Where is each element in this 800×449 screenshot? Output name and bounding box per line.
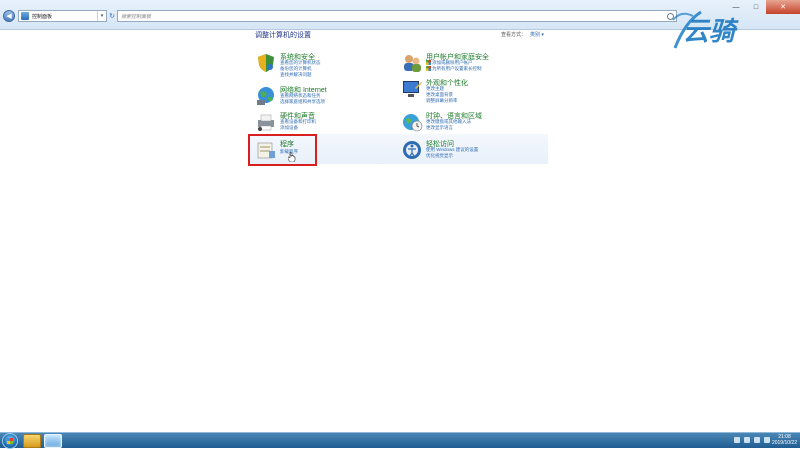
category-ease-of-access: 轻松访问 使用 Windows 建议的设置 优化视觉显示 xyxy=(401,139,541,169)
category-link[interactable]: 调整屏幕分辨率 xyxy=(426,98,458,104)
page-title: 调整计算机的设置 xyxy=(255,32,311,39)
category-link[interactable]: 更改显示语言 xyxy=(426,125,453,131)
address-path[interactable]: 控制面板 xyxy=(32,13,52,20)
chevron-down-icon[interactable]: ▾ xyxy=(97,11,106,21)
address-bar[interactable]: 控制面板 ▾ xyxy=(18,10,107,22)
shield-icon xyxy=(258,54,274,72)
taskbar-explorer-icon[interactable] xyxy=(23,434,41,448)
tray-input-icon[interactable] xyxy=(764,437,770,443)
category-link[interactable]: 为所有用户设置家长控制 xyxy=(426,66,482,72)
watermark-text: 云骑 xyxy=(683,17,739,47)
search-input[interactable]: 搜索控制面板 xyxy=(117,10,677,22)
view-by: 查看方式： 类别 ▾ xyxy=(501,31,544,38)
taskbar: 21:08 2019/10/22 xyxy=(0,432,800,449)
users-icon xyxy=(404,55,421,72)
view-by-dropdown[interactable]: 类别 ▾ xyxy=(530,31,544,38)
monitor-paint-icon xyxy=(403,81,422,97)
view-by-label: 查看方式： xyxy=(501,32,527,38)
annotation-highlight-box xyxy=(248,134,317,166)
category-link[interactable]: 添加设备 xyxy=(280,125,298,131)
tray-flag-icon[interactable] xyxy=(734,437,740,443)
windows-logo-icon xyxy=(7,438,13,444)
accessibility-icon xyxy=(403,141,421,159)
back-button[interactable]: ◀ xyxy=(3,10,15,22)
taskbar-clock[interactable]: 21:08 2019/10/22 xyxy=(772,434,797,446)
tray-volume-icon[interactable] xyxy=(754,437,760,443)
start-button[interactable] xyxy=(2,433,18,449)
category-appearance: 外观和个性化 更改主题 更改桌面背景 调整屏幕分辨率 xyxy=(401,78,541,108)
category-clock-language: 时钟、语言和区域 更改键盘或其他输入法 更改显示语言 xyxy=(401,111,541,141)
search-placeholder: 搜索控制面板 xyxy=(121,13,152,20)
taskbar-control-panel-icon[interactable] xyxy=(44,434,62,448)
globe-network-icon xyxy=(257,87,274,105)
category-system-security: 系统和安全 查看您的计算机状态 备份您的计算机 查找并解决问题 xyxy=(255,52,395,82)
category-link[interactable]: 优化视觉显示 xyxy=(426,153,453,159)
hand-cursor-icon xyxy=(288,152,296,162)
close-button[interactable]: ✕ xyxy=(766,0,800,14)
system-tray xyxy=(734,437,770,443)
watermark-logo: 云骑 xyxy=(672,10,739,49)
control-panel-icon xyxy=(21,12,29,20)
uac-shield-icon xyxy=(426,66,431,72)
refresh-icon[interactable]: ↻ xyxy=(108,10,116,22)
tray-network-icon[interactable] xyxy=(744,437,750,443)
clock-date: 2019/10/22 xyxy=(771,440,797,446)
category-link[interactable]: 查找并解决问题 xyxy=(280,72,312,78)
uac-shield-icon xyxy=(426,60,431,66)
category-link[interactable]: 选择家庭组和共享选项 xyxy=(280,99,325,105)
printer-icon xyxy=(258,114,274,131)
clock-globe-icon xyxy=(403,114,423,132)
nav-buttons: ◀ xyxy=(3,9,15,23)
